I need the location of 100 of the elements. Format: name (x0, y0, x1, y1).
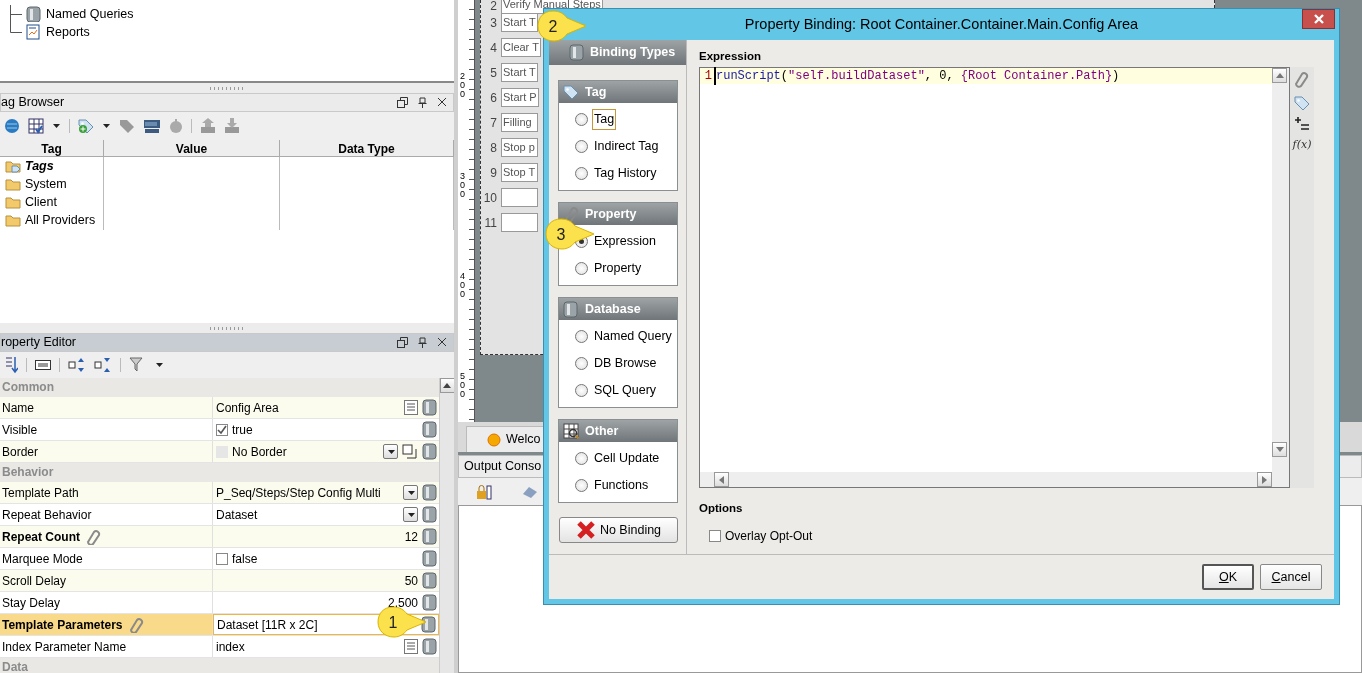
text-field[interactable]: Stop p (501, 138, 538, 157)
scroll-up-button[interactable] (439, 378, 454, 393)
database-icon[interactable] (421, 616, 436, 633)
add-tag-icon[interactable] (78, 118, 94, 134)
tree-item[interactable]: Reports (46, 22, 90, 42)
dropdown-caret-icon[interactable] (155, 362, 164, 368)
option-label[interactable]: Indirect Tag (592, 136, 661, 157)
tag-icon[interactable] (1294, 95, 1310, 111)
checkbox-label[interactable]: Overlay Opt-Out (725, 527, 813, 546)
restore-icon[interactable] (397, 337, 408, 348)
radio-button[interactable] (575, 262, 588, 275)
dialog-button[interactable]: Cancel (1260, 564, 1322, 590)
tag-tree-item[interactable]: Client (25, 193, 57, 212)
close-icon[interactable] (437, 337, 447, 347)
radio-button[interactable] (575, 113, 588, 126)
radio-button[interactable] (575, 357, 588, 370)
plus-equals-icon[interactable] (1295, 117, 1309, 131)
function-button[interactable]: f(x) (1292, 137, 1312, 154)
no-binding-button[interactable]: No Binding (559, 517, 678, 543)
dialog-button[interactable]: OK (1202, 564, 1254, 590)
radio-button[interactable] (575, 167, 588, 180)
property-row[interactable]: Name Config Area (0, 397, 439, 419)
list-icon[interactable] (35, 360, 51, 370)
text-field[interactable] (501, 188, 538, 207)
radio-button[interactable] (575, 479, 588, 492)
option-label[interactable]: Tag (592, 109, 617, 130)
column-header[interactable]: Data Type (280, 140, 454, 158)
radio-button[interactable] (575, 452, 588, 465)
database-icon[interactable] (422, 421, 437, 438)
checkbox[interactable] (216, 552, 228, 565)
radio-button[interactable] (575, 330, 588, 343)
database-icon[interactable] (422, 638, 437, 655)
code-editor[interactable]: 1 runScript("self.buildDataset", 0, {Root Container.Path}) (699, 67, 1290, 488)
row-number: 10 (482, 189, 497, 207)
close-button[interactable] (1302, 9, 1335, 29)
tag-tree-item[interactable]: All Providers (25, 211, 96, 230)
grid-check-icon[interactable] (28, 118, 44, 134)
tag-tree-item[interactable]: Tags (25, 157, 54, 176)
tree-item[interactable]: Named Queries (46, 4, 134, 24)
database-icon[interactable] (422, 528, 437, 545)
database-icon[interactable] (422, 594, 437, 611)
scroll-right-button[interactable] (1257, 472, 1272, 487)
database-icon[interactable] (422, 506, 437, 523)
restore-icon[interactable] (397, 97, 408, 108)
database-icon[interactable] (422, 572, 437, 589)
option-label[interactable]: Property (592, 258, 644, 279)
property-row[interactable]: Template Path P_Seq/Steps/Step Config Multi (0, 482, 439, 504)
property-row[interactable]: Stay Delay 2,500 (0, 592, 439, 614)
option-label[interactable]: Functions (592, 475, 651, 496)
text-field[interactable]: Stop T (501, 163, 538, 182)
scroll-left-button[interactable] (714, 472, 729, 487)
database-icon[interactable] (422, 443, 437, 460)
dropdown-button[interactable] (403, 507, 418, 522)
option-label[interactable]: Tag History (592, 163, 659, 184)
text-field[interactable]: Start T (501, 13, 538, 32)
pin-icon[interactable] (418, 97, 427, 108)
property-row[interactable]: Scroll Delay 50 (0, 570, 439, 592)
database-icon[interactable] (422, 550, 437, 567)
property-row[interactable]: Visible true (0, 419, 439, 441)
property-row[interactable]: Repeat Behavior Dataset (0, 504, 439, 526)
dropdown-button[interactable] (383, 444, 398, 459)
dropdown-button[interactable] (403, 485, 418, 500)
globe-icon[interactable] (4, 118, 20, 134)
link-icon[interactable] (1293, 71, 1311, 89)
expand-icon[interactable] (68, 357, 86, 373)
column-header[interactable]: Value (104, 140, 280, 158)
server-icon[interactable] (143, 118, 161, 134)
database-icon (569, 44, 584, 61)
dropdown-caret-icon[interactable] (102, 123, 111, 129)
property-row[interactable]: Repeat Count 12 (0, 526, 439, 548)
property-row[interactable]: Marquee Mode false (0, 548, 439, 570)
option-label[interactable]: Cell Update (592, 448, 662, 469)
dropdown-caret-icon[interactable] (52, 123, 61, 129)
text-field[interactable]: Clear T (501, 38, 541, 57)
scroll-down-button[interactable] (1272, 442, 1287, 457)
editor-icon[interactable] (404, 639, 418, 654)
radio-button[interactable] (575, 384, 588, 397)
collapse-icon[interactable] (94, 357, 112, 373)
editor-icon[interactable] (404, 400, 418, 415)
property-row[interactable]: Index Parameter Name index (0, 636, 439, 658)
checkbox[interactable] (216, 423, 228, 436)
pin-icon[interactable] (418, 337, 427, 348)
database-icon[interactable] (422, 484, 437, 501)
sort-alpha-icon[interactable] (4, 356, 18, 374)
radio-button[interactable] (575, 140, 588, 153)
property-row[interactable]: Border No Border (0, 441, 439, 463)
text-field[interactable]: Start P (501, 88, 539, 107)
database-icon[interactable] (422, 399, 437, 416)
option-label[interactable]: Named Query (592, 326, 674, 347)
tag-tree-item[interactable]: System (25, 175, 67, 194)
close-icon[interactable] (437, 97, 447, 107)
scroll-up-button[interactable] (1272, 68, 1287, 83)
option-label[interactable]: DB Browse (592, 353, 659, 374)
column-header[interactable]: Tag (0, 140, 104, 158)
text-field[interactable]: Filling (501, 113, 538, 132)
lock-icon[interactable] (476, 483, 492, 500)
text-field[interactable] (501, 213, 538, 232)
text-field[interactable]: Start T (501, 63, 538, 82)
option-label[interactable]: SQL Query (592, 380, 659, 401)
checkbox[interactable] (709, 530, 721, 543)
